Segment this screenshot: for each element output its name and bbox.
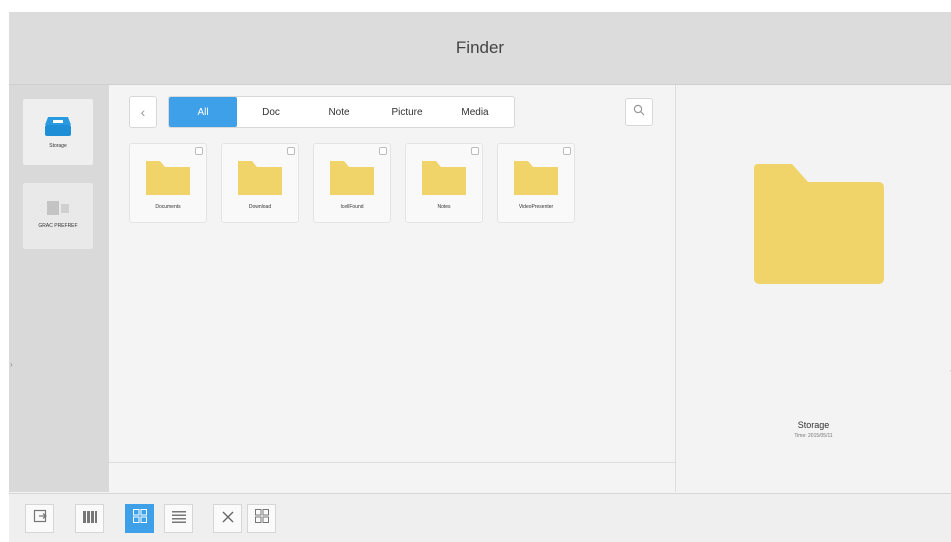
sidebar: Storage GRAC PREFREF (9, 85, 109, 492)
preview-time: Time: 2015/05/11 (794, 433, 833, 439)
folder-icon (144, 157, 192, 202)
search-icon (633, 103, 645, 121)
chevron-left-icon: ‹ (140, 104, 146, 120)
file-name: Documents (155, 204, 181, 210)
search-button[interactable] (625, 98, 653, 126)
preview-name: Storage (797, 420, 830, 430)
window-title: Finder (455, 38, 505, 57)
list-view-icon (171, 510, 186, 528)
select-all-button[interactable] (247, 504, 276, 533)
sidebar-item-label: Storage (49, 143, 67, 149)
multi-select-button[interactable] (75, 504, 104, 533)
file-item[interactable]: Documents (129, 143, 207, 223)
collapse-left-icon[interactable]: › (10, 360, 13, 369)
folder-icon (748, 162, 886, 291)
file-browser: ‹ All Doc Note Picture Media Documents D… (109, 85, 676, 492)
file-name: Notes (437, 204, 451, 210)
device-icon (43, 197, 73, 219)
bottom-toolbar (9, 493, 951, 542)
preview-pane: Storage Time: 2015/05/11 (676, 85, 951, 492)
tab-all[interactable]: All (169, 97, 237, 127)
file-item[interactable]: Notes (405, 143, 483, 223)
divider (109, 462, 675, 463)
finder-window: Finder Storage GRAC PREFREF › ‹ All Doc … (9, 12, 951, 542)
folder-icon (236, 157, 284, 202)
file-name: Download (248, 204, 272, 210)
file-item[interactable]: Download (221, 143, 299, 223)
back-button[interactable]: ‹ (129, 96, 157, 128)
select-all-icon (254, 509, 269, 528)
sidebar-item-label: GRAC PREFREF (38, 223, 78, 229)
sidebar-item-device[interactable]: GRAC PREFREF (23, 183, 93, 249)
checkbox[interactable] (287, 147, 295, 155)
file-item[interactable]: VideoPresenter (497, 143, 575, 223)
title-bar: Finder (9, 12, 951, 85)
folder-icon (328, 157, 376, 202)
storage-icon (43, 113, 73, 139)
sidebar-item-storage[interactable]: Storage (23, 99, 93, 165)
tab-picture[interactable]: Picture (373, 97, 441, 127)
list-view-button[interactable] (164, 504, 193, 533)
filter-tabs: All Doc Note Picture Media (168, 96, 515, 128)
close-button[interactable] (213, 504, 242, 533)
exit-button[interactable] (25, 504, 54, 533)
file-name: VideoPresenter (518, 204, 554, 210)
tab-media[interactable]: Media (441, 97, 509, 127)
close-icon (222, 510, 234, 528)
checkbox[interactable] (379, 147, 387, 155)
checkbox[interactable] (563, 147, 571, 155)
file-item[interactable]: IcellFound (313, 143, 391, 223)
exit-icon (33, 509, 47, 528)
tab-note[interactable]: Note (305, 97, 373, 127)
file-name: IcellFound (340, 204, 364, 210)
folder-icon (420, 157, 468, 202)
checkbox[interactable] (195, 147, 203, 155)
folder-icon (512, 157, 560, 202)
multi-select-icon (82, 510, 97, 528)
checkbox[interactable] (471, 147, 479, 155)
grid-view-button[interactable] (125, 504, 154, 533)
grid-view-icon (132, 509, 147, 528)
tab-doc[interactable]: Doc (237, 97, 305, 127)
